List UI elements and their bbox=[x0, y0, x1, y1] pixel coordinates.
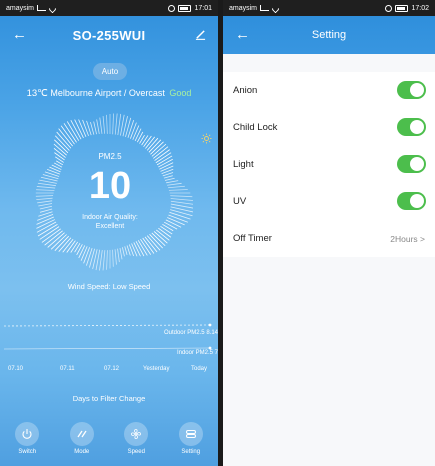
back-arrow-icon[interactable]: ← bbox=[235, 26, 250, 44]
setting-label: UV bbox=[233, 196, 247, 207]
header: ← Setting bbox=[223, 16, 435, 54]
filter-change-label[interactable]: Days to Filter Change bbox=[0, 394, 218, 403]
setting-label: Light bbox=[233, 159, 254, 170]
wifi-icon bbox=[47, 3, 58, 13]
main-screen: amaysim 17:01 ← SO-255WUI Auto 13℃ Melbo… bbox=[0, 0, 218, 466]
header: ← SO-255WUI bbox=[0, 16, 218, 54]
indoor-series-name: Indoor PM2.5 bbox=[176, 350, 213, 356]
light-toggle[interactable] bbox=[397, 155, 426, 173]
sun-icon[interactable] bbox=[201, 133, 212, 144]
indoor-series-point bbox=[208, 346, 212, 350]
settings-screen: amaysim 17:02 ← Setting Anion Child Lock… bbox=[223, 0, 435, 466]
speed-button[interactable]: Speed bbox=[114, 422, 158, 466]
iaq-line-2: Excellent bbox=[95, 223, 125, 230]
weather-location: Melbourne Airport / Overcast bbox=[50, 88, 165, 98]
setting-label: Anion bbox=[233, 85, 258, 96]
setting-row-child-lock: Child Lock bbox=[223, 109, 435, 146]
uv-toggle[interactable] bbox=[397, 192, 426, 210]
alarm-icon bbox=[168, 4, 176, 12]
off-timer-value: 2Hours > bbox=[390, 234, 425, 244]
mode-badge[interactable]: Auto bbox=[93, 63, 127, 80]
status-bar: amaysim 17:02 bbox=[223, 0, 435, 16]
child-lock-toggle[interactable] bbox=[397, 118, 426, 136]
outdoor-series-point bbox=[208, 323, 212, 327]
mode-button[interactable]: Mode bbox=[60, 422, 104, 466]
battery-icon bbox=[178, 4, 192, 12]
setting-label: Setting bbox=[181, 449, 201, 455]
iaq-line-1: Indoor Air Quality: bbox=[82, 214, 138, 221]
pm25-trend-chart: Outdoor PM2.5 8.14 Indoor PM2.5 7 07.10 … bbox=[4, 318, 218, 378]
anion-toggle[interactable] bbox=[397, 81, 426, 99]
header-spacer bbox=[223, 54, 435, 72]
signal-icon bbox=[260, 5, 270, 11]
chevron-right-icon: > bbox=[420, 233, 425, 244]
alarm-icon bbox=[385, 4, 393, 12]
weather-info: 13℃ Melbourne Airport / Overcast Good bbox=[0, 88, 218, 99]
mode-icon bbox=[69, 422, 94, 446]
outdoor-series-name: Outdoor PM2.5 bbox=[163, 330, 205, 336]
back-arrow-icon[interactable]: ← bbox=[12, 26, 27, 44]
wifi-icon bbox=[270, 3, 281, 13]
switch-label: Switch bbox=[18, 449, 37, 455]
edit-icon[interactable] bbox=[195, 29, 206, 40]
pm25-gauge: PM2.5 10 Indoor Air Quality: Excellent bbox=[27, 110, 195, 276]
status-time: 17:02 bbox=[411, 4, 429, 12]
wind-speed-label: Wind Speed: Low Speed bbox=[67, 282, 151, 291]
switch-button[interactable]: Switch bbox=[5, 422, 49, 466]
speed-label: Speed bbox=[127, 449, 145, 455]
setting-button[interactable]: Setting bbox=[169, 422, 213, 466]
x-tick-label: 07.11 bbox=[60, 366, 75, 372]
setting-row-anion: Anion bbox=[223, 72, 435, 109]
bottom-nav: Switch Mode Speed Setting bbox=[0, 422, 218, 466]
setting-label: Child Lock bbox=[233, 122, 278, 133]
device-title: SO-255WUI bbox=[72, 27, 146, 43]
carrier-label: amaysim bbox=[6, 4, 35, 12]
outdoor-series-line bbox=[4, 324, 211, 327]
setting-row-uv: UV bbox=[223, 183, 435, 220]
carrier-label: amaysim bbox=[229, 4, 258, 12]
air-quality-badge: Good bbox=[169, 88, 192, 98]
x-tick-label: Yesterday bbox=[143, 366, 170, 372]
indoor-series-label: Indoor PM2.5 7 bbox=[177, 350, 218, 356]
off-timer-text: 2Hours bbox=[390, 233, 418, 244]
status-bar: amaysim 17:01 bbox=[0, 0, 218, 16]
battery-icon bbox=[395, 4, 409, 12]
x-tick-label: 07.10 bbox=[8, 366, 24, 372]
status-time: 17:01 bbox=[194, 4, 212, 12]
mode-label: Mode bbox=[74, 449, 90, 455]
setting-row-light: Light bbox=[223, 146, 435, 183]
setting-row-off-timer[interactable]: Off Timer 2Hours > bbox=[223, 220, 435, 257]
x-tick-label: Today bbox=[191, 366, 208, 372]
outdoor-series-value: 8.14 bbox=[206, 330, 218, 336]
settings-list: Anion Child Lock Light UV Off Timer 2Hou… bbox=[223, 72, 435, 257]
temperature: 13℃ bbox=[26, 88, 48, 99]
power-icon bbox=[15, 422, 40, 446]
indoor-series-value: 7 bbox=[214, 350, 218, 356]
indoor-series-line bbox=[4, 347, 211, 350]
setting-label: Off Timer bbox=[233, 233, 272, 244]
fan-icon bbox=[124, 422, 149, 446]
page-title: Setting bbox=[311, 29, 347, 41]
outdoor-series-label: Outdoor PM2.5 8.14 bbox=[164, 330, 218, 336]
pm25-value: 10 bbox=[88, 165, 132, 207]
x-tick-label: 07.12 bbox=[104, 366, 120, 372]
pm25-label: PM2.5 bbox=[98, 152, 122, 161]
setting-icon bbox=[178, 422, 203, 446]
signal-icon bbox=[37, 5, 47, 11]
indoor-air-quality: Indoor Air Quality: Excellent bbox=[27, 213, 193, 231]
